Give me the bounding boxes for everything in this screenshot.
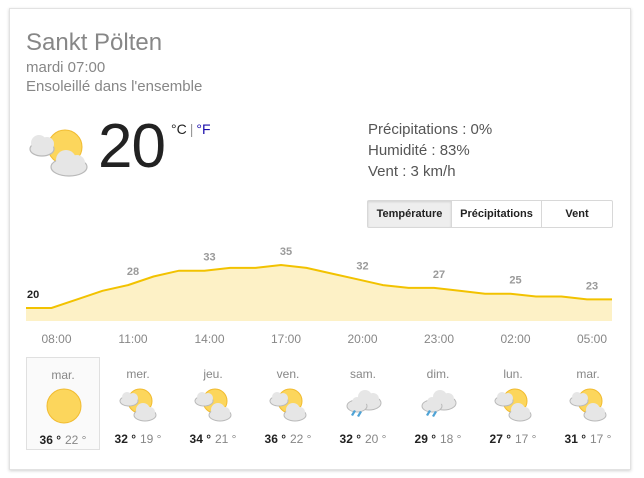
hour-axis: 08:00 11:00 14:00 17:00 20:00 23:00 02:00 05:00 [10, 332, 630, 348]
humidity-text: Humidité : 83% [368, 142, 470, 159]
forecast-day-6[interactable]: lun. 27 ° 17 ° [476, 357, 550, 450]
chart-value-label-7: 23 [586, 280, 598, 292]
forecast-high: 34 ° [189, 432, 211, 446]
weather-card: Sankt Pölten mardi 07:00 Ensoleillé dans… [9, 8, 631, 470]
forecast-temps: 36 ° 22 ° [27, 433, 99, 447]
unit-toggle: °C | °F [171, 121, 211, 137]
location-title: Sankt Pölten [26, 29, 163, 56]
forecast-high: 32 ° [114, 432, 136, 446]
forecast-high: 36 ° [264, 432, 286, 446]
partly-sunny-icon [269, 388, 307, 422]
forecast-day-name: mar. [51, 368, 75, 382]
partly-sunny-icon [494, 388, 532, 422]
forecast-low: 22 ° [290, 432, 312, 446]
forecast-temps: 36 ° 22 ° [251, 432, 325, 446]
condition: Ensoleillé dans l'ensemble [26, 78, 203, 95]
unit-fahrenheit-link[interactable]: °F [196, 121, 210, 137]
forecast-low: 17 ° [590, 432, 612, 446]
hour-tick-6: 02:00 [500, 332, 531, 346]
forecast-low: 21 ° [215, 432, 237, 446]
forecast-temps: 29 ° 18 ° [401, 432, 475, 446]
daily-forecast: mar. 36 ° 22 ° mer. 32 ° 19 ° jeu. 34 ° 21 ° ven.… [26, 357, 626, 452]
forecast-high: 32 ° [339, 432, 361, 446]
forecast-day-0[interactable]: mar. 36 ° 22 ° [26, 357, 100, 450]
forecast-day-7[interactable]: mar. 31 ° 17 ° [551, 357, 625, 450]
chart-value-label-2: 33 [203, 252, 215, 264]
temperature-area [26, 265, 612, 321]
wind-text: Vent : 3 km/h [368, 163, 456, 180]
forecast-high: 31 ° [564, 432, 586, 446]
chart-tabs: Température Précipitations Vent [367, 200, 613, 228]
hour-tick-5: 23:00 [423, 332, 455, 346]
forecast-day-1[interactable]: mer. 32 ° 19 ° [101, 357, 175, 450]
forecast-day-name: ven. [276, 367, 300, 381]
precipitation-text: Précipitations : 0% [368, 121, 493, 138]
forecast-day-name: mar. [576, 367, 600, 381]
datetime: mardi 07:00 [26, 59, 106, 76]
forecast-temps: 34 ° 21 ° [176, 432, 250, 446]
partly-sunny-icon [119, 388, 157, 422]
chart-value-label-5: 27 [433, 269, 445, 281]
chart-value-label-4: 32 [356, 260, 368, 272]
forecast-day-name: jeu. [203, 367, 223, 381]
forecast-day-name: dim. [426, 367, 450, 381]
forecast-low: 22 ° [65, 433, 87, 447]
unit-separator: | [189, 121, 194, 137]
forecast-day-4[interactable]: sam. 32 ° 20 ° [326, 357, 400, 450]
hour-tick-0: 08:00 [41, 332, 72, 346]
tab-precipitation[interactable]: Précipitations [451, 201, 541, 227]
forecast-temps: 32 ° 19 ° [101, 432, 175, 446]
partly-sunny-icon [569, 388, 607, 422]
forecast-low: 19 ° [140, 432, 162, 446]
rain-cloud-icon [346, 390, 382, 417]
hour-tick-2: 14:00 [194, 332, 225, 346]
forecast-low: 20 ° [365, 432, 387, 446]
forecast-high: 29 ° [414, 432, 436, 446]
forecast-day-2[interactable]: jeu. 34 ° 21 ° [176, 357, 250, 450]
partly-sunny-icon [29, 129, 88, 177]
forecast-high: 36 ° [39, 433, 61, 447]
forecast-temps: 27 ° 17 ° [476, 432, 550, 446]
hour-tick-3: 17:00 [270, 332, 302, 346]
forecast-day-name: sam. [349, 367, 376, 381]
chart-value-label-3: 35 [280, 246, 292, 258]
temperature-chart: 20 28 33 35 32 27 25 23 [26, 246, 612, 321]
rain-cloud-icon [421, 390, 457, 417]
chart-value-label-6: 25 [509, 275, 521, 287]
forecast-high: 27 ° [489, 432, 511, 446]
hour-tick-1: 11:00 [118, 332, 148, 346]
tab-temperature[interactable]: Température [368, 201, 451, 227]
forecast-day-5[interactable]: dim. 29 ° 18 ° [401, 357, 475, 450]
chart-value-label-0: 20 [27, 289, 39, 301]
partly-sunny-icon [194, 388, 232, 422]
forecast-low: 17 ° [515, 432, 537, 446]
forecast-day-name: mer. [126, 367, 150, 381]
forecast-temps: 32 ° 20 ° [326, 432, 400, 446]
chart-value-label-1: 28 [127, 266, 139, 278]
current-temperature: 20 [98, 112, 166, 181]
hour-tick-7: 05:00 [576, 332, 608, 346]
sun-icon [46, 388, 82, 424]
unit-celsius[interactable]: °C [171, 121, 187, 137]
forecast-temps: 31 ° 17 ° [551, 432, 625, 446]
hour-tick-4: 20:00 [347, 332, 378, 346]
forecast-day-name: lun. [503, 367, 523, 381]
forecast-low: 18 ° [440, 432, 462, 446]
tab-wind[interactable]: Vent [541, 201, 612, 227]
weather-details: Précipitations : 0% Humidité : 83% Vent … [368, 119, 492, 182]
forecast-day-3[interactable]: ven. 36 ° 22 ° [251, 357, 325, 450]
